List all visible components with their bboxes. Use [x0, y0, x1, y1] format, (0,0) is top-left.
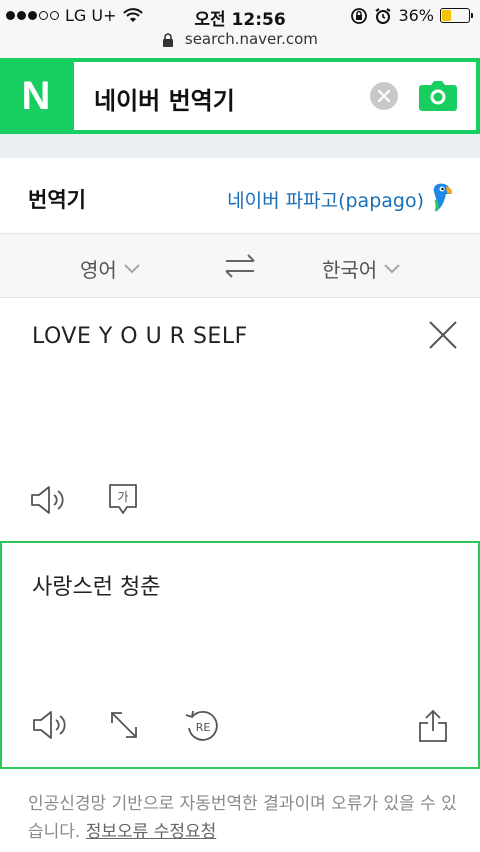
clear-search-button[interactable]: [370, 82, 398, 110]
source-language-select[interactable]: 영어: [80, 254, 141, 283]
source-text[interactable]: LOVE Y O U R SELF: [32, 324, 248, 349]
close-icon: [377, 89, 391, 103]
hanja-label: 가: [117, 490, 128, 504]
target-language-select[interactable]: 한국어: [322, 254, 401, 283]
source-text-area[interactable]: LOVE Y O U R SELF 가: [0, 298, 480, 540]
naver-logo[interactable]: N: [0, 62, 72, 130]
chevron-down-icon: [124, 263, 140, 274]
hanja-reading-button[interactable]: 가: [108, 483, 138, 517]
auto-translation-notice: 인공신경망 기반으로 자동번역한 결과이며 오류가 있을 수 있습니다. 정보오…: [28, 790, 468, 846]
translator-header: 번역기 네이버 파파고(papago): [0, 158, 480, 234]
camera-icon: [419, 81, 457, 111]
search-header: N 네이버 번역기: [0, 58, 480, 134]
replay-label: RE: [196, 721, 211, 734]
translation-result-area: 사랑스런 청춘 RE: [0, 541, 480, 769]
speaker-icon[interactable]: [30, 484, 66, 516]
translation-result-text: 사랑스런 청춘: [32, 575, 161, 600]
target-language-label: 한국어: [322, 258, 378, 282]
status-bar: LG U+ 오전 12:56 36%: [0, 0, 480, 30]
url-text: search.naver.com: [184, 30, 318, 48]
camera-search-button[interactable]: [418, 78, 458, 114]
section-divider: [0, 134, 480, 158]
status-right: 36%: [350, 6, 473, 25]
battery-icon: [440, 8, 473, 23]
lock-icon: [163, 32, 174, 47]
url-bar[interactable]: search.naver.com: [0, 30, 480, 58]
naver-logo-text: N: [21, 73, 51, 118]
translator-title: 번역기: [28, 188, 86, 212]
replay-icon[interactable]: RE: [184, 709, 220, 743]
search-input[interactable]: 네이버 번역기: [94, 81, 235, 116]
speaker-icon[interactable]: [32, 709, 68, 741]
alarm-icon: [375, 7, 391, 24]
share-icon[interactable]: [418, 709, 448, 743]
language-bar: 영어 한국어: [0, 234, 480, 298]
chevron-down-icon: [384, 263, 400, 274]
report-error-link[interactable]: 정보오류 수정요청: [86, 822, 217, 842]
swap-languages-button[interactable]: [224, 252, 256, 280]
expand-icon[interactable]: [108, 709, 140, 741]
papago-parrot-icon[interactable]: [430, 182, 454, 212]
papago-link[interactable]: 네이버 파파고(papago): [227, 186, 424, 213]
rotation-lock-icon: [351, 7, 368, 24]
source-language-label: 영어: [80, 258, 117, 282]
battery-percent: 36%: [398, 6, 434, 25]
search-box[interactable]: 네이버 번역기: [74, 62, 476, 130]
clear-source-button[interactable]: [428, 320, 458, 350]
